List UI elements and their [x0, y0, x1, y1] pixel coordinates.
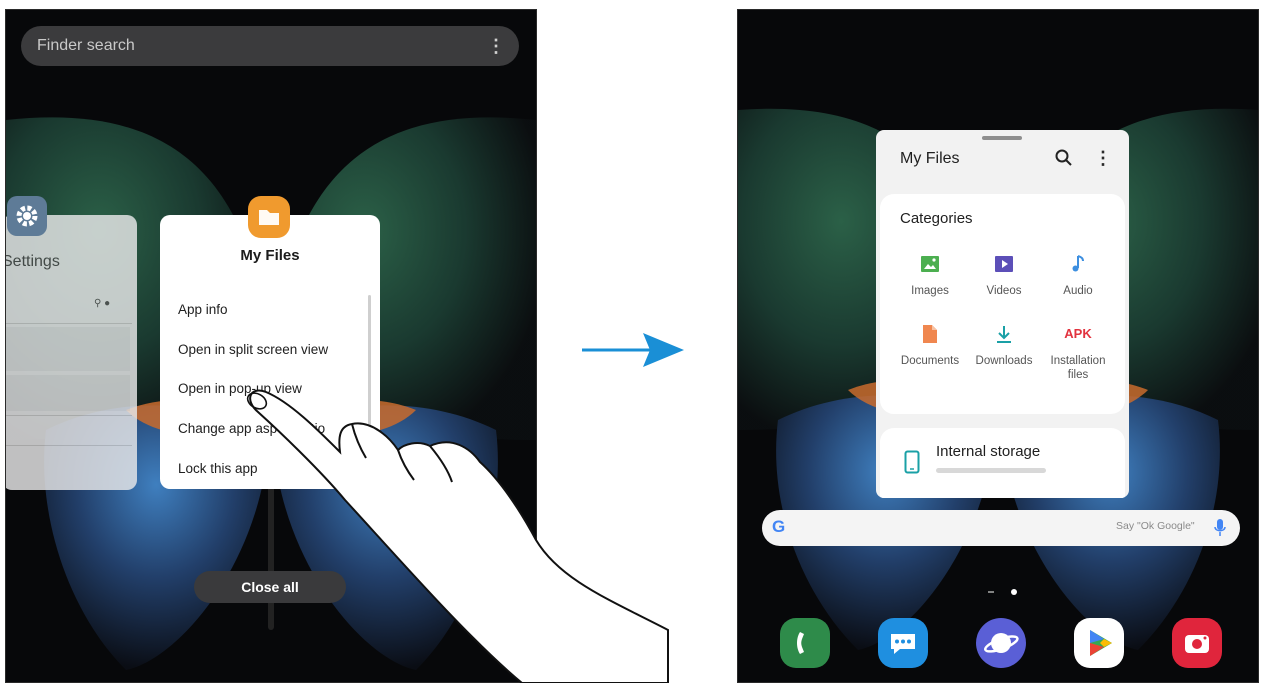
play-store-icon[interactable]	[1074, 618, 1124, 668]
my-files-popup-window[interactable]: My Files ⋮ Categories Images Videos Audi…	[876, 130, 1129, 498]
home-screen: My Files ⋮ Categories Images Videos Audi…	[737, 9, 1259, 683]
google-logo: G	[772, 517, 786, 536]
document-icon	[923, 325, 937, 343]
music-note-icon	[1072, 255, 1084, 272]
categories-title: Categories	[900, 210, 973, 227]
hand-illustration	[246, 389, 669, 683]
popup-title: My Files	[900, 150, 960, 167]
popup-drag-handle[interactable]	[982, 136, 1022, 140]
category-label: Images	[911, 285, 949, 297]
page-indicator	[988, 589, 1017, 595]
image-icon	[921, 256, 939, 272]
video-icon	[995, 256, 1013, 272]
chat-icon[interactable]	[878, 618, 928, 668]
mic-icon[interactable]	[1214, 518, 1226, 538]
category-installation-files[interactable]: APK Installation files	[1040, 324, 1116, 382]
category-videos[interactable]: Videos	[966, 254, 1042, 298]
category-label: Documents	[900, 355, 960, 367]
google-search-bar[interactable]: G Say "Ok Google"	[762, 510, 1240, 546]
phone-icon[interactable]	[780, 618, 830, 668]
category-label: Installation files	[1050, 355, 1106, 381]
storage-usage-text	[936, 468, 1046, 473]
category-label: Videos	[986, 285, 1022, 297]
phone-storage-icon	[904, 450, 920, 474]
search-icon[interactable]	[1054, 148, 1074, 168]
categories-card: Categories Images Videos Audio Documents…	[880, 194, 1125, 414]
transition-arrow	[582, 333, 684, 367]
more-vertical-icon[interactable]: ⋮	[1094, 148, 1112, 169]
planet-icon[interactable]	[976, 618, 1026, 668]
category-downloads[interactable]: Downloads	[966, 324, 1042, 368]
category-label: Audio	[1063, 285, 1093, 297]
internal-storage-title: Internal storage	[936, 443, 1041, 460]
category-images[interactable]: Images	[892, 254, 968, 298]
download-icon	[997, 326, 1011, 343]
category-documents[interactable]: Documents	[892, 324, 968, 368]
category-audio[interactable]: Audio	[1040, 254, 1116, 298]
voice-hint: Say "Ok Google"	[1116, 520, 1195, 532]
apk-icon: APK	[1064, 326, 1092, 341]
internal-storage-card[interactable]: Internal storage	[880, 428, 1125, 498]
category-label: Downloads	[975, 355, 1033, 367]
camera-icon[interactable]	[1172, 618, 1222, 668]
